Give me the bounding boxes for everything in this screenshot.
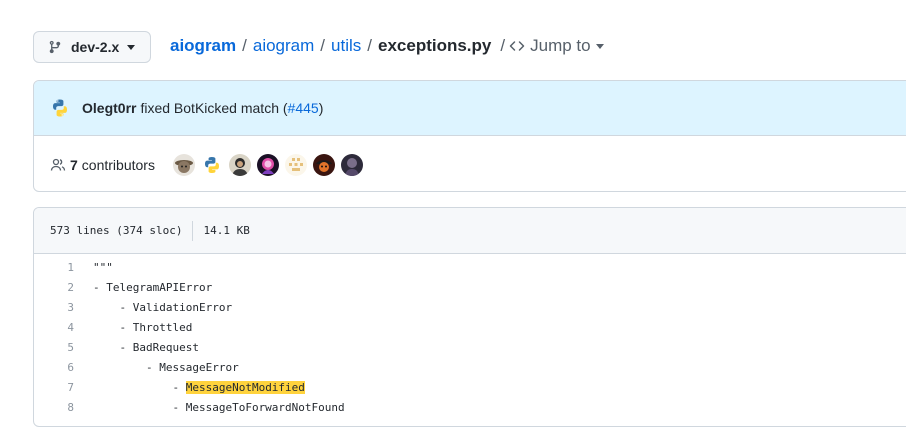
file-size: 14.1 KB (203, 224, 250, 237)
code-line: 5 - BadRequest (34, 337, 906, 357)
breadcrumb-dir-aiogram-link[interactable]: aiogram (253, 36, 314, 56)
python-logo-avatar[interactable] (50, 98, 70, 118)
branch-label: dev-2.x (71, 39, 120, 55)
line-number[interactable]: 4 (34, 321, 93, 334)
line-code: """ (93, 260, 113, 274)
line-code: - MessageToForwardNotFound (93, 400, 345, 414)
commit-issue-link[interactable]: #445 (288, 100, 319, 116)
code-line: 3 - ValidationError (34, 297, 906, 317)
people-icon (50, 157, 66, 173)
line-code: - Throttled (93, 320, 193, 334)
commit-author-link[interactable]: Olegt0rr (82, 100, 136, 116)
code-line: 8 - MessageToForwardNotFound (34, 397, 906, 417)
contributor-avatar[interactable] (172, 153, 195, 176)
breadcrumb-separator: / (367, 36, 372, 55)
line-number[interactable]: 6 (34, 361, 93, 374)
code-line: 2 - TelegramAPIError (34, 277, 906, 297)
branch-select-button[interactable]: dev-2.x (33, 31, 151, 63)
breadcrumb-separator: / (320, 36, 326, 55)
caret-down-icon (595, 43, 604, 49)
line-number[interactable]: 1 (34, 261, 93, 274)
contributors-label[interactable]: contributors (82, 157, 155, 173)
git-branch-icon (48, 40, 62, 54)
header-divider (192, 220, 194, 241)
code-line: 6 - MessageError (34, 357, 906, 377)
line-code: - MessageError (93, 360, 239, 374)
breadcrumb-separator: / (500, 36, 506, 55)
code-line: 4 - Throttled (34, 317, 906, 337)
file-viewer: 573 lines (374 sloc) 14.1 KB 1 """ 2 - T… (33, 207, 906, 427)
contributor-avatar[interactable] (312, 153, 335, 176)
commit-message-close: ) (318, 100, 324, 116)
contributor-avatar[interactable] (200, 153, 223, 176)
jump-to-button[interactable]: Jump to (509, 36, 604, 56)
line-code: - BadRequest (93, 340, 199, 354)
code-icon (509, 38, 525, 54)
code-line: 1 """ (34, 257, 906, 277)
contributor-avatar[interactable] (340, 153, 363, 176)
latest-commit-box: Olegt0rr fixed BotKicked match (#445) 7 … (33, 80, 906, 192)
contributors-count[interactable]: 7 (70, 157, 78, 173)
line-number[interactable]: 3 (34, 301, 93, 314)
breadcrumb-repo-link[interactable]: aiogram (170, 36, 236, 56)
contributors-row: 7 contributors (34, 136, 906, 191)
line-code: - TelegramAPIError (93, 280, 213, 294)
file-line-count: 573 lines (374 sloc) (50, 224, 183, 237)
line-number[interactable]: 7 (34, 381, 93, 394)
latest-commit-row: Olegt0rr fixed BotKicked match (#445) (34, 81, 906, 136)
line-code: - ValidationError (93, 300, 233, 314)
breadcrumb-separator: / (242, 36, 247, 55)
contributor-avatars (172, 153, 363, 176)
caret-down-icon (127, 44, 136, 50)
code-line: 7 - MessageNotModified (34, 377, 906, 397)
line-number[interactable]: 5 (34, 341, 93, 354)
jump-to-label: Jump to (530, 36, 591, 55)
line-number[interactable]: 8 (34, 401, 93, 414)
contributor-avatar[interactable] (256, 153, 279, 176)
contributor-avatar[interactable] (228, 153, 251, 176)
breadcrumb: aiogram / aiogram / utils / exceptions.p… (170, 34, 604, 58)
code-area: 1 """ 2 - TelegramAPIError 3 - Validatio… (34, 254, 906, 417)
search-highlight: MessageNotModified (185, 380, 305, 394)
breadcrumb-file-name: exceptions.py (378, 36, 492, 55)
file-info-header: 573 lines (374 sloc) 14.1 KB (34, 208, 906, 254)
line-number[interactable]: 2 (34, 281, 93, 294)
contributor-avatar[interactable] (284, 153, 307, 176)
breadcrumb-dir-utils-link[interactable]: utils (331, 36, 361, 56)
line-code-prefix: - (93, 380, 186, 394)
commit-message[interactable]: fixed BotKicked match ( (140, 100, 287, 116)
